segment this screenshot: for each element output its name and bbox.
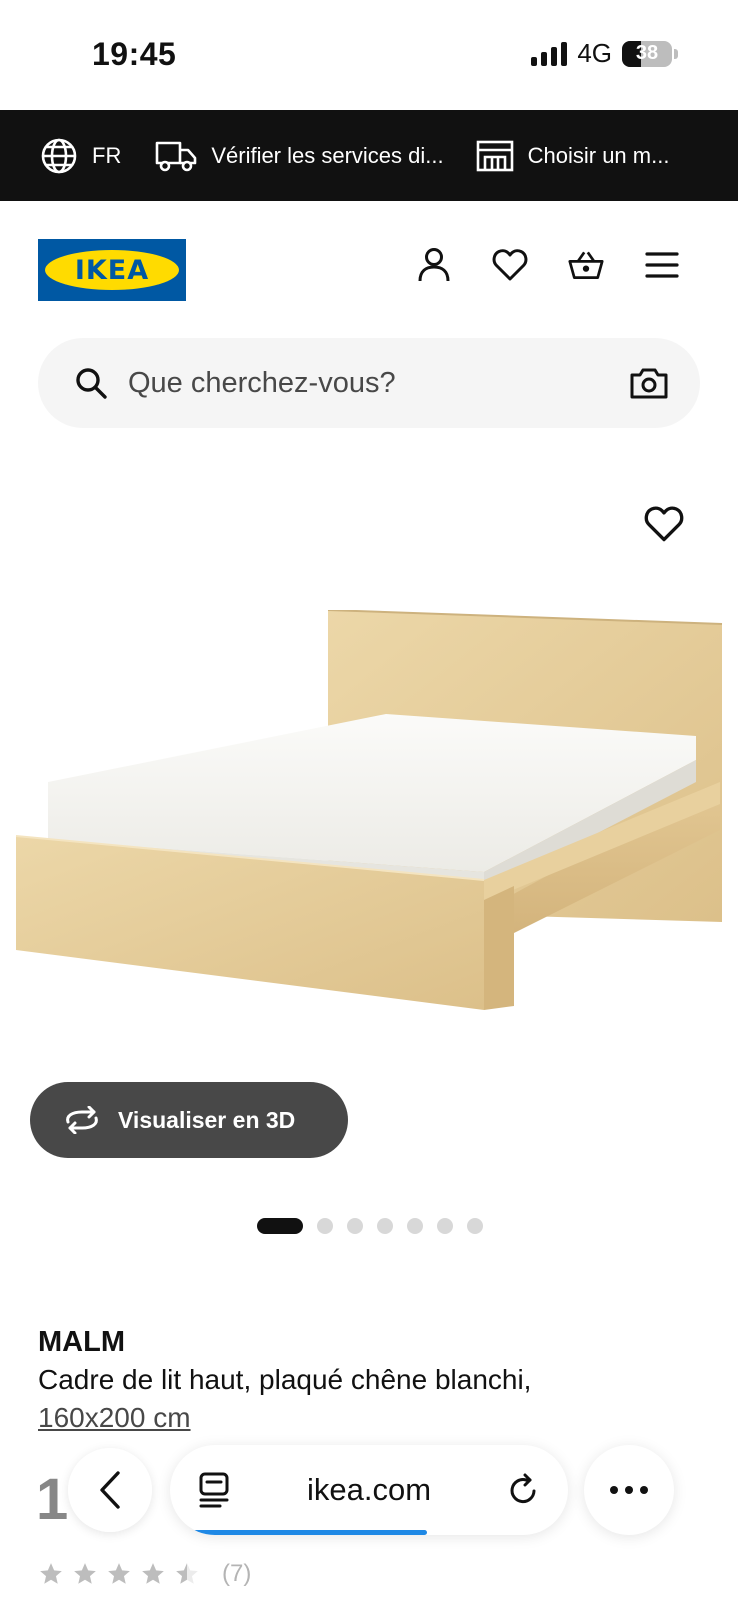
top-utility-bar: FR Vérifier les services di... Choisir u… xyxy=(0,110,738,201)
pagination-dot[interactable] xyxy=(377,1218,393,1234)
view-3d-label: Visualiser en 3D xyxy=(118,1106,296,1133)
view-3d-button[interactable]: Visualiser en 3D xyxy=(30,1082,348,1158)
basket-icon[interactable] xyxy=(568,247,604,283)
user-icon[interactable] xyxy=(416,247,452,283)
tab-overview-icon[interactable] xyxy=(198,1472,230,1508)
pagination-dot[interactable] xyxy=(467,1218,483,1234)
star-icon xyxy=(74,1563,96,1584)
site-header: IKEA xyxy=(0,201,738,331)
status-bar: 19:45 4G 38 xyxy=(0,0,738,110)
battery-icon: 38 xyxy=(622,40,672,67)
store-selector-link[interactable]: Choisir un m... xyxy=(476,139,670,173)
signal-icon xyxy=(531,41,568,66)
logo-text: IKEA xyxy=(74,254,150,286)
browser-address-bar[interactable]: ikea.com xyxy=(170,1445,568,1535)
pagination-dot[interactable] xyxy=(347,1218,363,1234)
product-description: Cadre de lit haut, plaqué chêne blanchi, xyxy=(38,1364,532,1395)
delivery-label: Vérifier les services di... xyxy=(211,142,444,168)
favorite-heart-icon[interactable] xyxy=(644,504,684,544)
rating-count: (7) xyxy=(222,1560,252,1587)
browser-url[interactable]: ikea.com xyxy=(230,1472,508,1508)
battery-percent: 38 xyxy=(635,42,659,64)
status-time: 19:45 xyxy=(92,36,177,72)
heart-icon[interactable] xyxy=(492,247,528,283)
product-gallery[interactable]: Visualiser en 3D xyxy=(0,440,738,1234)
search-input[interactable] xyxy=(128,366,630,400)
network-label: 4G xyxy=(577,38,612,68)
search-icon xyxy=(76,368,107,399)
product-size-link[interactable]: 160x200 cm xyxy=(38,1402,191,1434)
browser-more-button[interactable] xyxy=(584,1445,674,1535)
star-icon xyxy=(40,1563,62,1584)
star-icon xyxy=(142,1563,164,1584)
product-price: 1 xyxy=(36,1467,69,1532)
page-load-progress xyxy=(188,1530,427,1535)
search-bar[interactable] xyxy=(38,338,700,428)
product-name: MALM xyxy=(38,1326,125,1358)
star-icon xyxy=(176,1563,198,1584)
ikea-logo[interactable]: IKEA xyxy=(38,239,186,301)
pagination-dot[interactable] xyxy=(407,1218,423,1234)
pagination-dot[interactable] xyxy=(437,1218,453,1234)
menu-icon[interactable] xyxy=(644,247,680,283)
store-label: Choisir un m... xyxy=(527,142,670,168)
star-icon xyxy=(108,1563,130,1584)
language-label: FR xyxy=(92,142,122,168)
product-rating[interactable]: (7) xyxy=(38,1560,251,1588)
language-selector[interactable]: FR xyxy=(40,137,121,175)
more-options-icon xyxy=(610,1486,648,1494)
chevron-left-icon xyxy=(100,1471,120,1509)
delivery-services-link[interactable]: Vérifier les services di... xyxy=(155,139,444,173)
rotate-3d-icon xyxy=(66,1106,98,1134)
product-image-bed xyxy=(15,610,723,1010)
browser-back-button[interactable] xyxy=(68,1448,152,1532)
gallery-pagination[interactable] xyxy=(257,1218,483,1234)
truck-icon xyxy=(156,141,197,171)
camera-icon[interactable] xyxy=(630,366,668,400)
store-icon xyxy=(476,140,513,171)
header-actions xyxy=(416,247,680,283)
pagination-dot-active[interactable] xyxy=(257,1218,303,1234)
reload-icon[interactable] xyxy=(508,1473,540,1507)
globe-icon xyxy=(41,138,77,173)
pagination-dot[interactable] xyxy=(317,1218,333,1234)
status-indicators: 4G 38 xyxy=(531,38,678,69)
